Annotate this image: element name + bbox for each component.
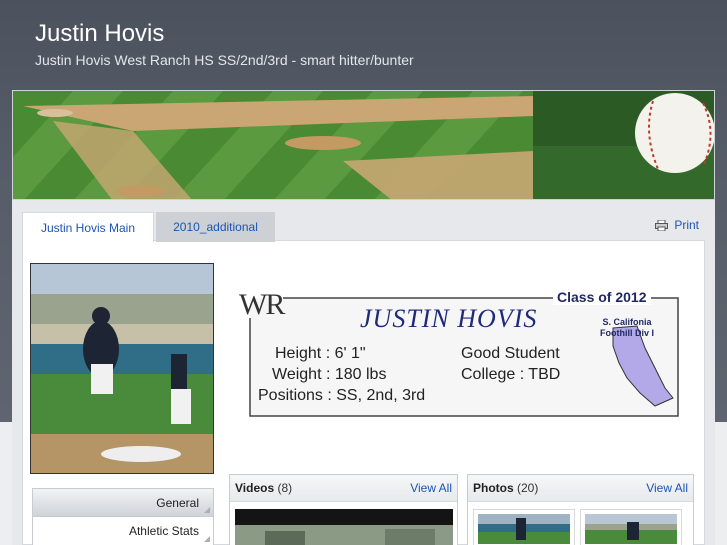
card-college: College : TBD bbox=[461, 366, 561, 383]
card-logo: WR bbox=[239, 288, 285, 321]
videos-title: Videos bbox=[235, 481, 275, 495]
nav-athletic-stats-label: Athletic Stats bbox=[128, 524, 199, 538]
photos-header: Photos (20) View All bbox=[468, 475, 693, 502]
print-label: Print bbox=[674, 218, 699, 232]
profile-photo bbox=[30, 263, 214, 474]
tab-justin-hovis-main[interactable]: Justin Hovis Main bbox=[22, 212, 154, 242]
corner-icon bbox=[204, 507, 210, 513]
card-player-name: JUSTIN HOVIS bbox=[360, 304, 538, 333]
card-positions: Positions : SS, 2nd, 3rd bbox=[258, 387, 426, 404]
photo-thumbnail[interactable] bbox=[473, 509, 575, 545]
site-title: Justin Hovis bbox=[35, 20, 165, 47]
card-class-label: Class of 2012 bbox=[553, 289, 651, 305]
card-region: S. Califonia Foothill Div I bbox=[587, 317, 667, 339]
videos-box: Videos (8) View All bbox=[229, 474, 458, 545]
card-good-student: Good Student bbox=[461, 345, 560, 362]
card-region-line1: S. Califonia bbox=[602, 317, 652, 327]
videos-count: (8) bbox=[277, 481, 293, 495]
nav-general-label: General bbox=[156, 496, 199, 510]
nav-athletic-stats[interactable]: Athletic Stats bbox=[32, 517, 214, 545]
nav-general[interactable]: General bbox=[32, 488, 214, 517]
print-link[interactable]: Print bbox=[654, 218, 699, 232]
card-height: Height : 6' 1" bbox=[275, 345, 366, 362]
side-nav: General Athletic Stats bbox=[32, 488, 214, 545]
corner-icon bbox=[204, 536, 210, 542]
printer-icon bbox=[654, 218, 674, 232]
photo-thumbnail[interactable] bbox=[580, 509, 682, 545]
baseball-field-illustration bbox=[13, 91, 714, 199]
site-subtitle: Justin Hovis West Ranch HS SS/2nd/3rd - … bbox=[35, 52, 414, 68]
videos-header: Videos (8) View All bbox=[230, 475, 457, 502]
photos-title: Photos bbox=[473, 481, 514, 495]
photos-view-all-link[interactable]: View All bbox=[646, 475, 688, 502]
player-card: WR Class of 2012 JUSTIN HOVIS S. Califon… bbox=[235, 288, 682, 418]
tab-2010-additional[interactable]: 2010_additional bbox=[156, 212, 275, 242]
banner-image bbox=[12, 90, 715, 200]
photos-count: (20) bbox=[517, 481, 539, 495]
card-weight: Weight : 180 lbs bbox=[272, 366, 387, 383]
video-thumbnail[interactable] bbox=[235, 509, 453, 545]
card-region-line2: Foothill Div I bbox=[600, 328, 654, 338]
photos-box: Photos (20) View All bbox=[467, 474, 694, 545]
videos-view-all-link[interactable]: View All bbox=[410, 475, 452, 502]
